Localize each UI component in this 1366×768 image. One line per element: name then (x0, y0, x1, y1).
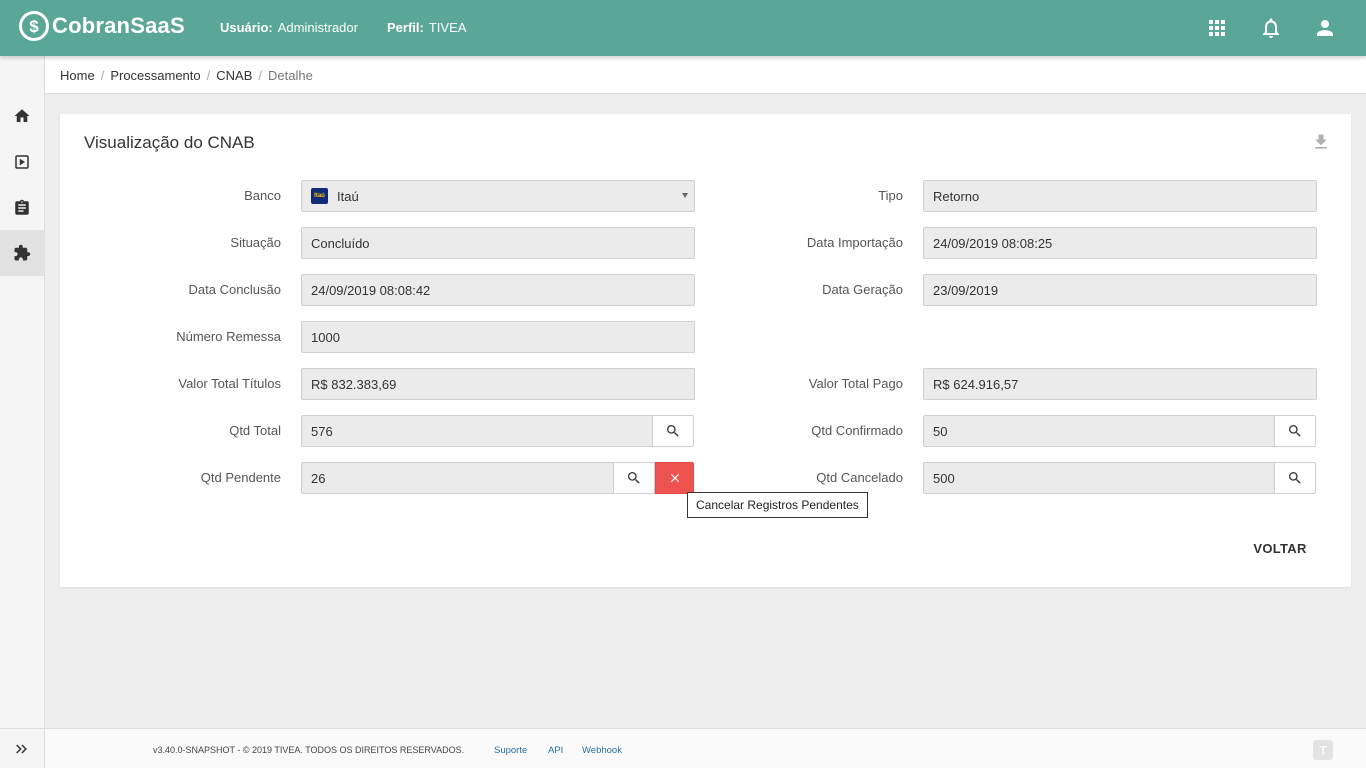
data-geracao-value: 23/09/2019 (933, 282, 999, 298)
sidebar-item-reports[interactable] (0, 185, 44, 231)
search-icon (628, 472, 640, 484)
double-chevron-right-icon (16, 744, 27, 753)
qtd-confirmado-field[interactable]: 50 (923, 415, 1275, 447)
cnab-detail-card: Visualização do CNAB Banco Itaú Itaú Tip… (60, 114, 1351, 587)
data-geracao-label: Data Geração (822, 282, 903, 297)
qtd-total-value: 576 (311, 423, 333, 439)
qtd-pendente-field[interactable]: 26 (301, 462, 614, 494)
qtd-cancelado-value: 500 (933, 470, 955, 486)
home-icon (14, 109, 30, 122)
qtd-confirmado-label: Qtd Confirmado (811, 423, 903, 438)
breadcrumb-separator: / (100, 68, 105, 83)
user-value: Administrador (277, 20, 358, 35)
tipo-field[interactable]: Retorno (923, 180, 1317, 212)
qtd-cancelado-field[interactable]: 500 (923, 462, 1275, 494)
data-importacao-value: 24/09/2019 08:08:25 (933, 235, 1053, 251)
data-conclusao-value: 24/09/2019 08:08:42 (311, 282, 431, 298)
cancel-pending-tooltip: Cancelar Registros Pendentes (687, 492, 868, 518)
search-icon (1289, 472, 1301, 484)
breadcrumb-separator: / (258, 68, 263, 83)
close-icon (670, 473, 679, 483)
situacao-label: Situação (230, 235, 281, 250)
breadcrumb-processamento[interactable]: Processamento (110, 68, 200, 83)
tipo-label: Tipo (878, 188, 903, 203)
banco-value: Itaú (337, 188, 359, 204)
footer-link-webhook[interactable]: Webhook (582, 745, 622, 756)
perfil-label: Perfil: (387, 20, 424, 35)
bell-icon[interactable] (1259, 16, 1283, 40)
valor-total-titulos-field[interactable]: R$ 832.383,69 (301, 368, 695, 400)
qtd-total-search-button[interactable] (652, 415, 694, 447)
download-icon[interactable] (1311, 132, 1331, 152)
banco-select[interactable]: Itaú Itaú (301, 180, 695, 212)
page-title: Visualização do CNAB (84, 133, 255, 152)
valor-total-pago-label: Valor Total Pago (808, 376, 903, 391)
cancel-pending-button[interactable] (655, 462, 694, 494)
sidebar-item-processing[interactable] (0, 139, 44, 185)
valor-total-titulos-label: Valor Total Títulos (178, 376, 281, 391)
numero-remessa-value: 1000 (311, 329, 340, 345)
qtd-pendente-search-button[interactable] (613, 462, 655, 494)
search-icon (667, 425, 679, 437)
chevron-down-icon (682, 193, 688, 198)
voltar-button[interactable]: VOLTAR (1242, 534, 1318, 562)
footer-copyright: v3.40.0-SNAPSHOT - © 2019 TIVEA. TODOS O… (153, 745, 465, 755)
tipo-value: Retorno (933, 188, 980, 204)
footer-link-suporte[interactable]: Suporte (494, 745, 527, 756)
sidebar-item-integrations[interactable] (0, 230, 44, 276)
qtd-pendente-value: 26 (311, 470, 326, 486)
app-logo[interactable]: $ CobranSaaS (19, 11, 185, 41)
search-icon (1289, 425, 1301, 437)
breadcrumb-bar: Home / Processamento / CNAB / Detalhe (45, 56, 1366, 94)
qtd-cancelado-search-button[interactable] (1274, 462, 1316, 494)
itau-logo: Itaú (311, 188, 328, 204)
sidebar (0, 56, 45, 768)
valor-total-pago-value: R$ 624.916,57 (933, 376, 1019, 392)
header-user-info: Usuário: Administrador (220, 20, 358, 35)
qtd-confirmado-value: 50 (933, 423, 948, 439)
breadcrumb-home[interactable]: Home (60, 68, 95, 83)
breadcrumb-separator: / (206, 68, 211, 83)
situacao-field[interactable]: Concluído (301, 227, 695, 259)
tivea-badge-icon: T (1313, 740, 1333, 760)
data-conclusao-field[interactable]: 24/09/2019 08:08:42 (301, 274, 695, 306)
breadcrumb-cnab[interactable]: CNAB (216, 68, 252, 83)
user-label: Usuário: (220, 20, 273, 35)
situacao-value: Concluído (311, 235, 370, 251)
perfil-value: TIVEA (428, 20, 467, 35)
data-geracao-field[interactable]: 23/09/2019 (923, 274, 1317, 306)
numero-remessa-field[interactable]: 1000 (301, 321, 695, 353)
sidebar-item-home[interactable] (0, 93, 44, 139)
logo-text: CobranSaaS (52, 13, 185, 38)
numero-remessa-label: Número Remessa (176, 329, 281, 344)
data-conclusao-label: Data Conclusão (188, 282, 282, 297)
valor-total-titulos-value: R$ 832.383,69 (311, 376, 397, 392)
qtd-confirmado-search-button[interactable] (1274, 415, 1316, 447)
top-header: $ CobranSaaS Usuário: Administrador Perfi… (0, 0, 1366, 56)
apps-grid-icon[interactable] (1205, 16, 1229, 40)
footer-link-api[interactable]: API (548, 745, 563, 756)
qtd-total-field[interactable]: 576 (301, 415, 653, 447)
user-icon[interactable] (1313, 16, 1337, 40)
qtd-total-label: Qtd Total (229, 423, 281, 438)
data-importacao-label: Data Importação (806, 235, 903, 250)
qtd-pendente-label: Qtd Pendente (200, 470, 281, 485)
sidebar-expand-toggle[interactable] (0, 728, 44, 768)
play-box-icon (15, 155, 29, 169)
header-perfil-info: Perfil: TIVEA (387, 20, 466, 35)
puzzle-icon (14, 244, 31, 261)
breadcrumb-detalhe: Detalhe (268, 68, 313, 83)
valor-total-pago-field[interactable]: R$ 624.916,57 (923, 368, 1317, 400)
breadcrumb: Home / Processamento / CNAB / Detalhe (60, 68, 313, 83)
data-importacao-field[interactable]: 24/09/2019 08:08:25 (923, 227, 1317, 259)
logo-mark: $ (19, 11, 49, 41)
clipboard-icon (15, 199, 29, 215)
banco-label: Banco (244, 188, 281, 203)
footer: v3.40.0-SNAPSHOT - © 2019 TIVEA. TODOS O… (45, 728, 1366, 768)
qtd-cancelado-label: Qtd Cancelado (816, 470, 903, 485)
